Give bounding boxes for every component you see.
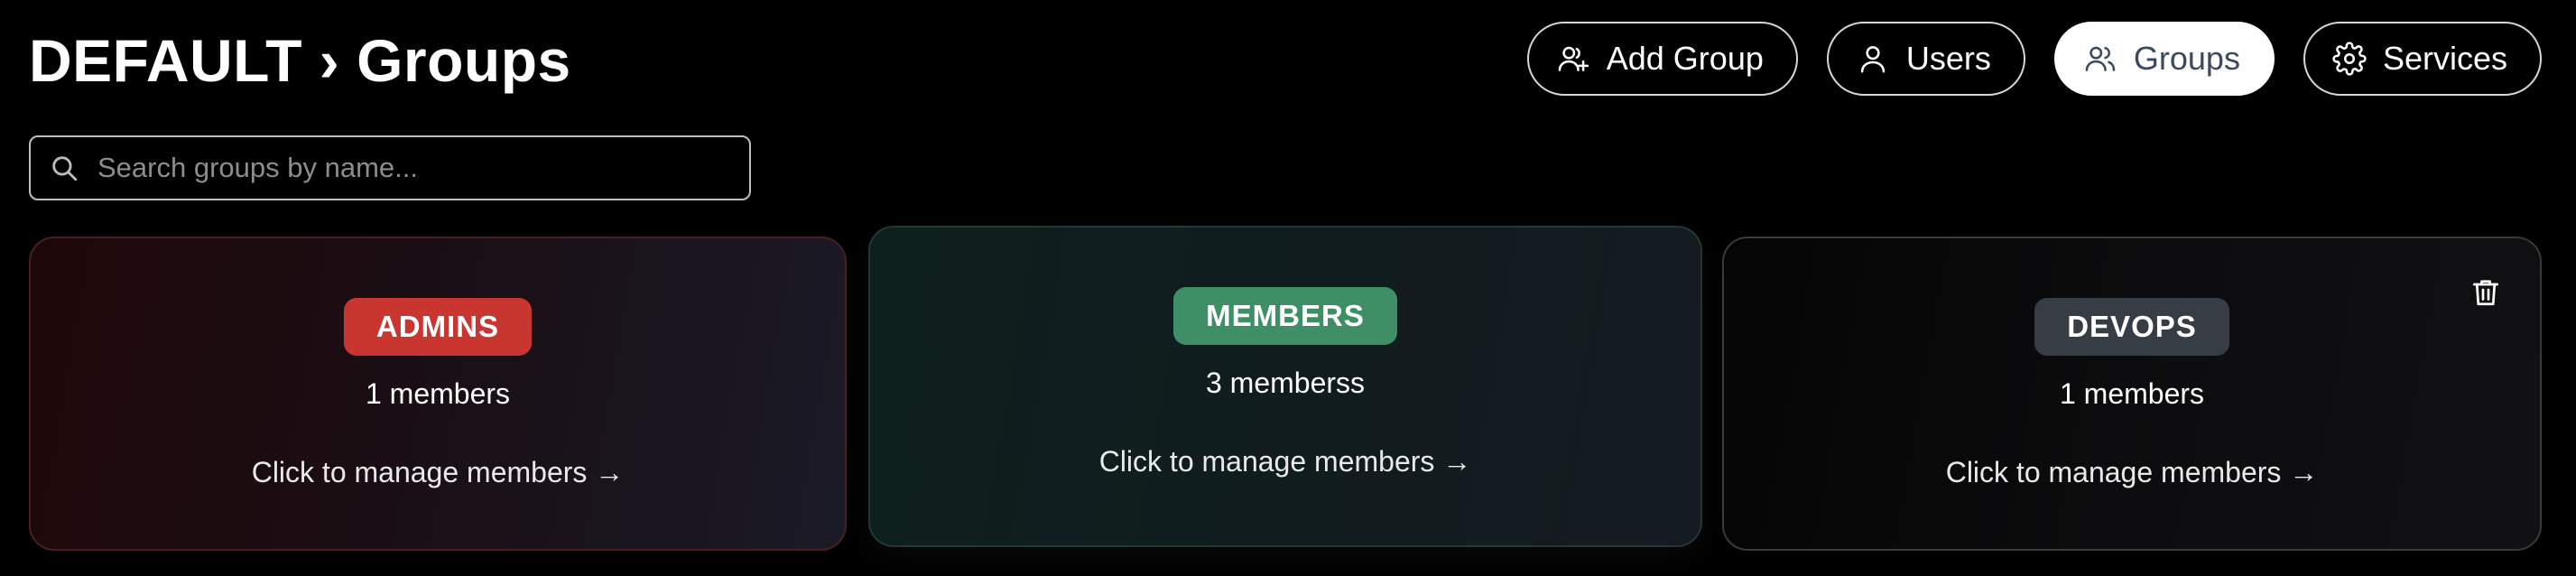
- manage-members-link[interactable]: Click to manage members →: [1946, 456, 2319, 489]
- add-group-button[interactable]: Add Group: [1526, 22, 1798, 96]
- breadcrumb-root[interactable]: DEFAULT: [29, 27, 302, 94]
- member-count: 1 members: [365, 377, 511, 410]
- users-button[interactable]: Users: [1826, 22, 2025, 96]
- group-badge: DEVOPS: [2034, 298, 2229, 356]
- trash-icon[interactable]: [2469, 276, 2502, 309]
- group-badge: ADMINS: [343, 298, 533, 356]
- add-group-label: Add Group: [1606, 40, 1764, 77]
- member-count: 3 memberss: [1205, 367, 1366, 399]
- search-icon: [52, 156, 78, 181]
- groups-button[interactable]: Groups: [2053, 22, 2275, 96]
- services-label: Services: [2382, 40, 2507, 77]
- groups-label: Groups: [2133, 40, 2240, 77]
- manage-members-link[interactable]: Click to manage members →: [252, 456, 625, 489]
- gear-icon: [2332, 42, 2367, 76]
- search-input[interactable]: [96, 151, 749, 185]
- breadcrumb-separator: ›: [319, 27, 340, 94]
- services-button[interactable]: Services: [2303, 22, 2542, 96]
- breadcrumb-current: Groups: [357, 27, 571, 94]
- manage-members-link[interactable]: Click to manage members →: [1099, 445, 1472, 478]
- top-nav: Add Group Users Groups Services: [1526, 22, 2542, 96]
- group-card-members[interactable]: MEMBERS 3 memberss Click to manage membe…: [868, 226, 1702, 547]
- group-badge: MEMBERS: [1173, 287, 1397, 345]
- user-plus-icon: [1558, 46, 1589, 71]
- users-label: Users: [1905, 40, 1991, 77]
- group-card-admins[interactable]: ADMINS 1 members Click to manage members…: [29, 237, 847, 551]
- member-count: 1 members: [2059, 377, 2205, 410]
- page-title: DEFAULT › Groups: [29, 25, 571, 96]
- search-box: [29, 135, 751, 200]
- user-icon: [1860, 46, 1886, 73]
- users-icon: [2085, 46, 2116, 71]
- group-card-devops[interactable]: DEVOPS 1 members Click to manage members…: [1722, 237, 2542, 551]
